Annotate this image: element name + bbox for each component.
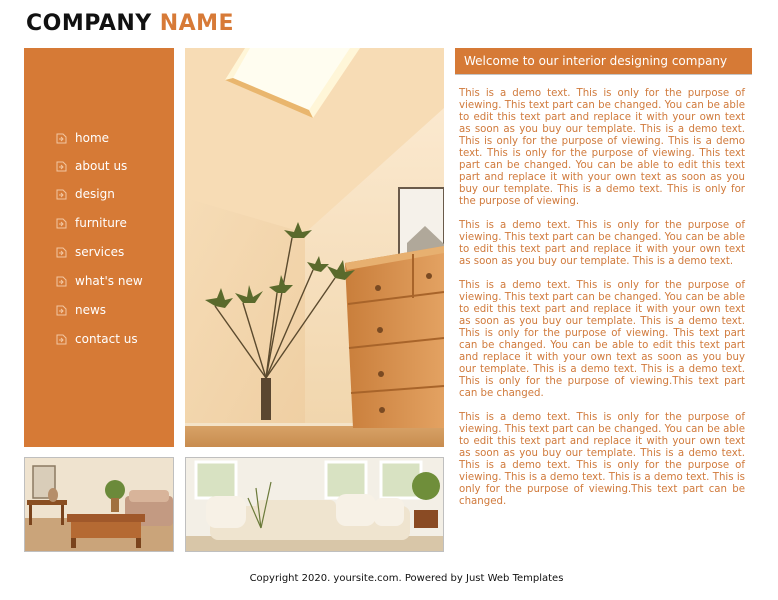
nav-label: furniture [75,216,127,230]
living-room-thumbnail[interactable] [24,457,174,552]
content-paragraph: This is a demo text. This is only for th… [459,220,745,267]
interior-main-photo [185,48,444,447]
document-arrow-icon [56,305,67,316]
nav-item-home[interactable]: home [56,131,143,159]
main-nav: home about us design furniture services … [56,131,143,361]
welcome-title: Welcome to our interior designing compan… [464,54,728,68]
sidebar: home about us design furniture services … [24,48,174,447]
document-arrow-icon [56,161,67,172]
nav-item-furniture[interactable]: furniture [56,216,143,245]
document-arrow-icon [56,133,67,144]
nav-label: contact us [75,332,138,346]
nav-label: home [75,131,110,145]
nav-item-about-us[interactable]: about us [56,159,143,187]
document-arrow-icon [56,247,67,258]
document-arrow-icon [56,189,67,200]
nav-item-whats-new[interactable]: what's new [56,274,143,303]
content-paragraph: This is a demo text. This is only for th… [459,280,745,399]
logo-word-company: COMPANY [26,11,152,36]
company-logo[interactable]: COMPANY NAME [26,12,234,36]
logo-word-name: NAME [159,11,235,36]
welcome-header: Welcome to our interior designing compan… [455,48,752,75]
nav-label: design [75,187,115,201]
content-paragraph: This is a demo text. This is only for th… [459,412,745,507]
document-arrow-icon [56,334,67,345]
content-paragraph: This is a demo text. This is only for th… [459,88,745,207]
nav-item-design[interactable]: design [56,187,143,216]
sofa-room-thumbnail[interactable] [185,457,444,552]
nav-label: what's new [75,274,143,288]
content-text: This is a demo text. This is only for th… [459,88,745,520]
footer-copyright: Copyright 2020. yoursite.com. Powered by… [249,573,564,584]
nav-item-news[interactable]: news [56,303,143,332]
document-arrow-icon [56,276,67,287]
nav-item-contact-us[interactable]: contact us [56,332,143,361]
nav-label: about us [75,159,128,173]
nav-label: services [75,245,125,259]
nav-item-services[interactable]: services [56,245,143,274]
document-arrow-icon [56,218,67,229]
nav-label: news [75,303,107,317]
